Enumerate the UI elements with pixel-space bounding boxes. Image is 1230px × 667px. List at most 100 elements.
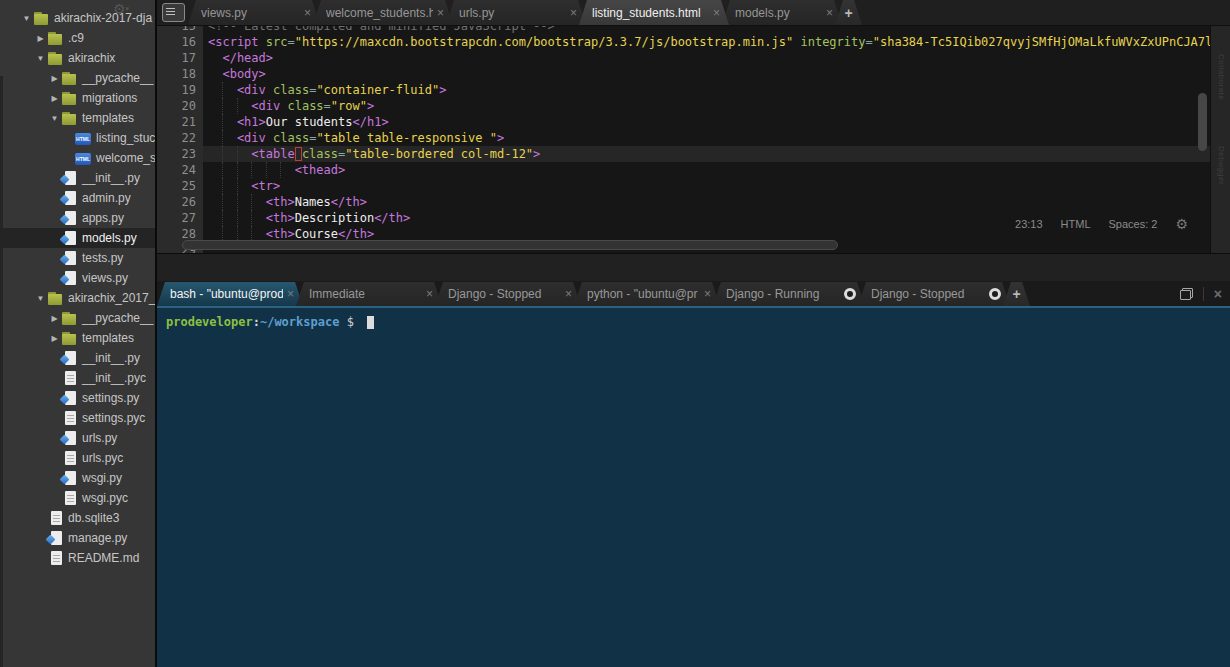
collapsed-arrow-icon[interactable]: ▶ <box>48 94 61 103</box>
tree-item-akirachix-2017-dja[interactable]: ▼akirachix-2017-dja <box>0 8 155 28</box>
tree-item-urls-pyc[interactable]: urls.pyc <box>0 448 155 468</box>
tab-models-py[interactable]: models.py× <box>722 0 842 25</box>
expanded-arrow-icon[interactable]: ▼ <box>48 114 61 123</box>
code-line-26: <th>Names</th> <box>208 194 1210 210</box>
tab-django-running[interactable]: Django - Running <box>713 282 865 306</box>
tree-item-manage-py[interactable]: manage.py <box>0 528 155 548</box>
plain-file-icon <box>61 491 77 506</box>
tree-item-wsgi-pyc[interactable]: wsgi.pyc <box>0 488 155 508</box>
file-tree-panel: ⚙▾ ▼akirachix-2017-dja▶.c9▼akirachix▶__p… <box>0 0 157 667</box>
tab-django-stopped[interactable]: Django - Stopped <box>858 282 1010 306</box>
tab-listing-students-html[interactable]: listing_students.html× <box>579 0 729 25</box>
restore-pane-icon[interactable] <box>1180 288 1193 300</box>
close-tab-icon[interactable]: × <box>704 288 711 300</box>
new-terminal-tab-button[interactable]: + <box>1003 282 1030 306</box>
tree-item-tests-py[interactable]: tests.py <box>0 248 155 268</box>
tab-welcome-students-h[interactable]: welcome_students.h× <box>313 0 453 25</box>
tree-item-migrations[interactable]: ▶ migrations <box>0 88 155 108</box>
terminal-window-controls: × <box>1180 286 1222 302</box>
tree-item-label: migrations <box>82 91 137 105</box>
tree-item--pycache-[interactable]: ▶__pycache__ <box>0 68 155 88</box>
side-panel-tab-debugger[interactable]: Debugger <box>1217 146 1226 185</box>
tab-immediate[interactable]: Immediate× <box>296 282 442 306</box>
tab-python-ubuntu-pr[interactable]: python - "ubuntu@pr× <box>574 282 720 306</box>
prompt-dollar: $ <box>339 315 361 329</box>
folder-file-icon <box>61 111 77 126</box>
tree-item-urls-py[interactable]: urls.py <box>0 428 155 448</box>
collapsed-arrow-icon[interactable]: ▶ <box>48 74 61 83</box>
code-editor[interactable]: 151617181920212223242526272829 <!-- Late… <box>157 26 1210 253</box>
tab-django-stopped[interactable]: Django - Stopped× <box>435 282 581 306</box>
tree-item--init-pyc[interactable]: __init__.pyc <box>0 368 155 388</box>
collapsed-arrow-icon[interactable]: ▶ <box>48 334 61 343</box>
cursor-position[interactable]: 23:13 <box>1015 218 1043 230</box>
tree-item-views-py[interactable]: views.py <box>0 268 155 288</box>
close-tab-icon[interactable]: × <box>826 7 833 19</box>
tree-item-admin-py[interactable]: admin.py <box>0 188 155 208</box>
close-tab-icon[interactable]: × <box>437 7 444 19</box>
tab-label: bash - "ubuntu@prod <box>170 287 283 301</box>
tree-item-label: __pycache__ <box>82 311 153 325</box>
vertical-scrollbar[interactable] <box>1198 93 1207 151</box>
code-line-16: <script src="https://maxcdn.bootstrapcdn… <box>208 34 1210 50</box>
close-pane-icon[interactable]: × <box>1214 286 1222 302</box>
tree-item-db-sqlite3[interactable]: db.sqlite3 <box>0 508 155 528</box>
tree-item--pycache-[interactable]: ▶ __pycache__ <box>0 308 155 328</box>
tab-urls-py[interactable]: urls.py× <box>446 0 586 25</box>
collapsed-arrow-icon[interactable]: ▶ <box>48 314 61 323</box>
line-number: 17 <box>182 50 196 66</box>
tree-item-models-py[interactable]: models.py <box>0 228 155 248</box>
tree-item--init-py[interactable]: __init__.py <box>0 168 155 188</box>
close-tab-icon[interactable]: × <box>426 288 433 300</box>
indent-setting[interactable]: Spaces: 2 <box>1109 218 1158 230</box>
tree-item-akirachix-2017-[interactable]: ▼ akirachix_2017_ <box>0 288 155 308</box>
tree-item-akirachix[interactable]: ▼akirachix <box>0 48 155 68</box>
text-cursor <box>295 147 302 161</box>
py-file-icon <box>61 271 77 286</box>
tree-item-settings-pyc[interactable]: settings.pyc <box>0 408 155 428</box>
close-tab-icon[interactable]: × <box>713 7 720 19</box>
collapsed-arrow-icon[interactable]: ▶ <box>34 34 47 43</box>
line-number: 25 <box>182 178 196 194</box>
process-running-icon[interactable] <box>989 288 1001 300</box>
pane-splitter[interactable] <box>157 253 1230 281</box>
tree-item-welcome-s[interactable]: welcome_s <box>0 148 155 168</box>
terminal[interactable]: prodeveloper:~/workspace $ <box>157 306 1230 667</box>
plain-file-icon <box>47 551 63 566</box>
code-line-15: <!-- Latest compiled and minified JavaSc… <box>208 26 1210 34</box>
tree-item-label: akirachix_2017_ <box>68 291 155 305</box>
tree-item--c9[interactable]: ▶.c9 <box>0 28 155 48</box>
expanded-arrow-icon[interactable]: ▼ <box>34 294 47 303</box>
tree-item-templates[interactable]: ▼templates <box>0 108 155 128</box>
code-line-21: <h1>Our students</h1> <box>208 114 1210 130</box>
tab-views-py[interactable]: views.py× <box>188 0 320 25</box>
tree-item-settings-py[interactable]: settings.py <box>0 388 155 408</box>
syntax-mode[interactable]: HTML <box>1061 218 1091 230</box>
tree-item-listing-stuc[interactable]: listing_stuc <box>0 128 155 148</box>
tree-item-label: README.md <box>68 551 139 565</box>
tree-item-wsgi-py[interactable]: wsgi.py <box>0 468 155 488</box>
tab-list-icon[interactable] <box>162 3 185 22</box>
expanded-arrow-icon[interactable]: ▼ <box>20 14 33 23</box>
tree-item-templates[interactable]: ▶templates <box>0 328 155 348</box>
py-file-icon <box>61 251 77 266</box>
horizontal-scrollbar[interactable] <box>182 240 838 250</box>
tree-item-readme-md[interactable]: README.md <box>0 548 155 568</box>
editor-settings-gear-icon[interactable]: ⚙ <box>1175 216 1188 232</box>
expanded-arrow-icon[interactable]: ▼ <box>34 54 47 63</box>
side-panel-tab-collaborate[interactable]: Collaborate <box>1217 54 1226 100</box>
prompt-path: ~/workspace <box>260 315 339 329</box>
close-tab-icon[interactable]: × <box>287 288 294 300</box>
line-number: 22 <box>182 130 196 146</box>
close-tab-icon[interactable]: × <box>570 7 577 19</box>
tree-item-apps-py[interactable]: apps.py <box>0 208 155 228</box>
html-file-icon <box>75 151 91 166</box>
close-tab-icon[interactable]: × <box>565 288 572 300</box>
process-running-icon[interactable] <box>844 288 856 300</box>
py-file-icon <box>61 191 77 206</box>
new-tab-button[interactable]: + <box>835 0 862 25</box>
line-number: 19 <box>182 82 196 98</box>
close-tab-icon[interactable]: × <box>304 7 311 19</box>
tab-bash-ubuntu-prod[interactable]: bash - "ubuntu@prod × <box>157 282 303 306</box>
tree-item--init-py[interactable]: __init__.py <box>0 348 155 368</box>
